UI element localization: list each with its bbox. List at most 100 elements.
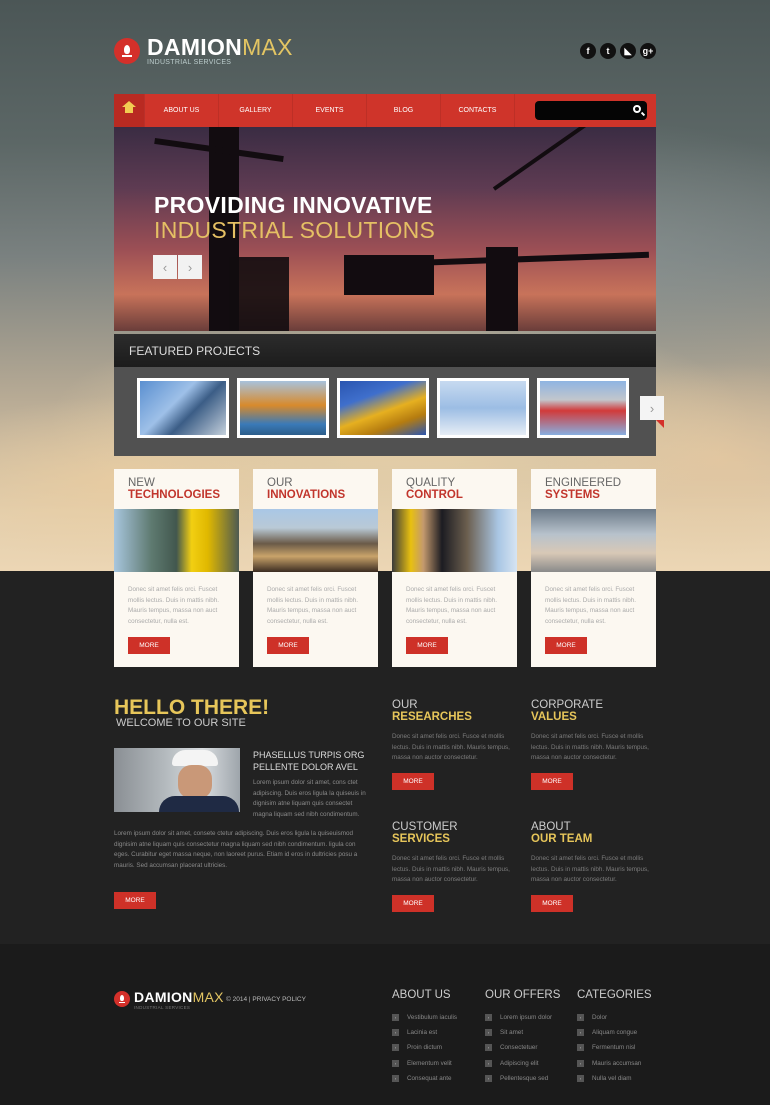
service-title-line2: OUR TEAM	[531, 833, 593, 845]
footer-link[interactable]: › Consectetuer	[485, 1040, 560, 1055]
card-more-button[interactable]: MORE	[128, 637, 170, 654]
nav-home[interactable]	[114, 94, 145, 127]
card-text: Donec sit amet felis orci. Fuscet mollis…	[128, 586, 219, 625]
footer-logo-accent: MAX	[192, 989, 224, 1005]
footer-column-title: ABOUT US	[392, 989, 451, 1001]
welcome-long-text: Lorem ipsum dolor sit amet, consete ctet…	[114, 830, 358, 869]
card-image-hardhat	[114, 509, 239, 572]
welcome-short-text: Lorem ipsum dolor sit amet, cons ctet ad…	[253, 779, 366, 818]
footer-link[interactable]: › Adipiscing elit	[485, 1056, 560, 1071]
arrow-bullet-icon: ›	[577, 1014, 584, 1022]
nav-blog[interactable]: BLOG	[367, 94, 441, 127]
footer-column-categories: CATEGORIES › Dolor › Aliquam congue › Ferme…	[577, 989, 652, 1086]
service-text: Donec sit amet felis orci. Fusce et moll…	[531, 733, 649, 761]
footer-column-title: OUR OFFERS	[485, 989, 561, 1001]
jacket-shape	[159, 796, 239, 812]
footer-link[interactable]: › Lacinia est	[392, 1025, 457, 1040]
footer-link[interactable]: › Consequat ante	[392, 1071, 457, 1086]
logo[interactable]: DAMIONMAX INDUSTRIAL SERVICES	[114, 36, 293, 66]
logo-tagline: INDUSTRIAL SERVICES	[147, 59, 232, 66]
footer-column-our-offers: OUR OFFERS › Lorem ipsum dolor › Sit amet …	[485, 989, 560, 1086]
service-corporate-values: CORPORATE VALUES Donec sit amet felis orc…	[531, 699, 656, 790]
flame-logo-icon	[114, 38, 140, 64]
featured-next-button[interactable]: ›	[640, 396, 664, 420]
footer-link[interactable]: › Lorem ipsum dolor	[485, 1010, 560, 1025]
facebook-icon[interactable]: f	[580, 43, 596, 59]
footer-link[interactable]: › Sit amet	[485, 1025, 560, 1040]
project-thumb-dredger[interactable]	[237, 378, 329, 438]
project-thumb-lifting-hook[interactable]	[537, 378, 629, 438]
slider-prev-button[interactable]: ‹	[153, 255, 177, 279]
service-more-button[interactable]: MORE	[392, 894, 434, 912]
card-more-button[interactable]: MORE	[406, 637, 448, 654]
footer-link[interactable]: › Aliquam congue	[577, 1025, 652, 1040]
footer-link[interactable]: › Mauris accumsan	[577, 1056, 652, 1071]
google-plus-icon[interactable]: g+	[640, 43, 656, 59]
footer-link[interactable]: › Elementum velit	[392, 1056, 457, 1071]
card-more-button[interactable]: MORE	[267, 637, 309, 654]
nav-about-us[interactable]: ABOUT US	[145, 94, 219, 127]
slider-arrows: ‹ ›	[153, 255, 202, 279]
arrow-bullet-icon: ›	[392, 1029, 399, 1037]
card-our-innovations: OUR INNOVATIONS Donec sit amet felis orci…	[253, 469, 378, 667]
footer-link[interactable]: › Nulla vel diam	[577, 1071, 652, 1086]
card-text: Donec sit amet felis orci. Fuscet mollis…	[267, 586, 358, 625]
arrow-bullet-icon: ›	[392, 1074, 399, 1082]
service-more-button[interactable]: MORE	[531, 772, 573, 790]
card-text: Donec sit amet felis orci. Fuscet mollis…	[545, 586, 636, 625]
rss-icon[interactable]: ◣	[620, 43, 636, 59]
copyright-privacy-link[interactable]: © 2014 | PRIVACY POLICY	[226, 996, 306, 1003]
logo-accent: MAX	[242, 34, 293, 60]
arrow-bullet-icon: ›	[485, 1044, 492, 1052]
project-thumb-crane-detail[interactable]	[337, 378, 429, 438]
slider-next-button[interactable]: ›	[178, 255, 202, 279]
welcome-heading-line2: PELLENTE DOLOR AVEL	[253, 762, 358, 772]
service-customer-services: CUSTOMER SERVICES Donec sit amet felis or…	[392, 821, 517, 912]
arrow-bullet-icon: ›	[577, 1074, 584, 1082]
card-image-engineer	[392, 509, 517, 572]
arrow-bullet-icon: ›	[392, 1014, 399, 1022]
project-thumb-pipeline[interactable]	[137, 378, 229, 438]
home-icon	[122, 100, 136, 116]
project-thumb-tower-crane[interactable]	[437, 378, 529, 438]
service-title-line2: SERVICES	[392, 833, 450, 845]
footer-link[interactable]: › Dolor	[577, 1010, 652, 1025]
crane2-cabin-silhouette	[344, 255, 434, 295]
arrow-bullet-icon: ›	[485, 1029, 492, 1037]
service-more-button[interactable]: MORE	[531, 894, 573, 912]
service-our-researches: OUR RESEARCHES Donec sit amet felis orci.…	[392, 699, 517, 790]
card-title-line2: CONTROL	[406, 489, 463, 501]
slide-title: PROVIDING INNOVATIVE	[154, 192, 433, 218]
service-text: Donec sit amet felis orci. Fusce et moll…	[531, 855, 649, 883]
card-new-technologies: NEW TECHNOLOGIES Donec sit amet felis orc…	[114, 469, 239, 667]
welcome-heading: PHASELLUS TURPIS ORG PELLENTE DOLOR AVEL	[253, 749, 364, 773]
nav-contacts[interactable]: CONTACTS	[441, 94, 515, 127]
nav-gallery[interactable]: GALLERY	[219, 94, 293, 127]
card-text: Donec sit amet felis orci. Fuscet mollis…	[406, 586, 497, 625]
footer-link[interactable]: › Pellentesque sed	[485, 1071, 560, 1086]
twitter-icon[interactable]: t	[600, 43, 616, 59]
nav-events[interactable]: EVENTS	[293, 94, 367, 127]
arrow-bullet-icon: ›	[485, 1074, 492, 1082]
card-title-line1: QUALITY	[406, 477, 456, 489]
slide-subtitle: INDUSTRIAL SOLUTIONS	[154, 217, 436, 243]
service-title-line1: CORPORATE	[531, 699, 603, 711]
footer-link[interactable]: › Fermentum nisl	[577, 1040, 652, 1055]
welcome-more-button[interactable]: MORE	[114, 892, 156, 909]
card-more-button[interactable]: MORE	[545, 637, 587, 654]
crane-base-silhouette	[229, 257, 289, 331]
service-title-line1: OUR	[392, 699, 418, 711]
search-icon[interactable]	[633, 105, 641, 113]
footer-link[interactable]: › Proin dictum	[392, 1040, 457, 1055]
hero-slider: PROVIDING INNOVATIVE INDUSTRIAL SOLUTION…	[114, 127, 656, 331]
arrow-bullet-icon: ›	[577, 1044, 584, 1052]
service-more-button[interactable]: MORE	[392, 772, 434, 790]
search-input[interactable]	[535, 102, 625, 121]
card-title-line1: NEW	[128, 477, 155, 489]
card-title-line1: ENGINEERED	[545, 477, 622, 489]
card-title-line1: OUR	[267, 477, 293, 489]
footer-logo[interactable]: DAMIONMAX INDUSTRIAL SERVICES	[114, 990, 224, 1010]
card-title-line2: TECHNOLOGIES	[128, 489, 221, 501]
social-links: f t ◣ g+	[580, 43, 656, 59]
footer-link[interactable]: › Vestibulum iaculis	[392, 1010, 457, 1025]
